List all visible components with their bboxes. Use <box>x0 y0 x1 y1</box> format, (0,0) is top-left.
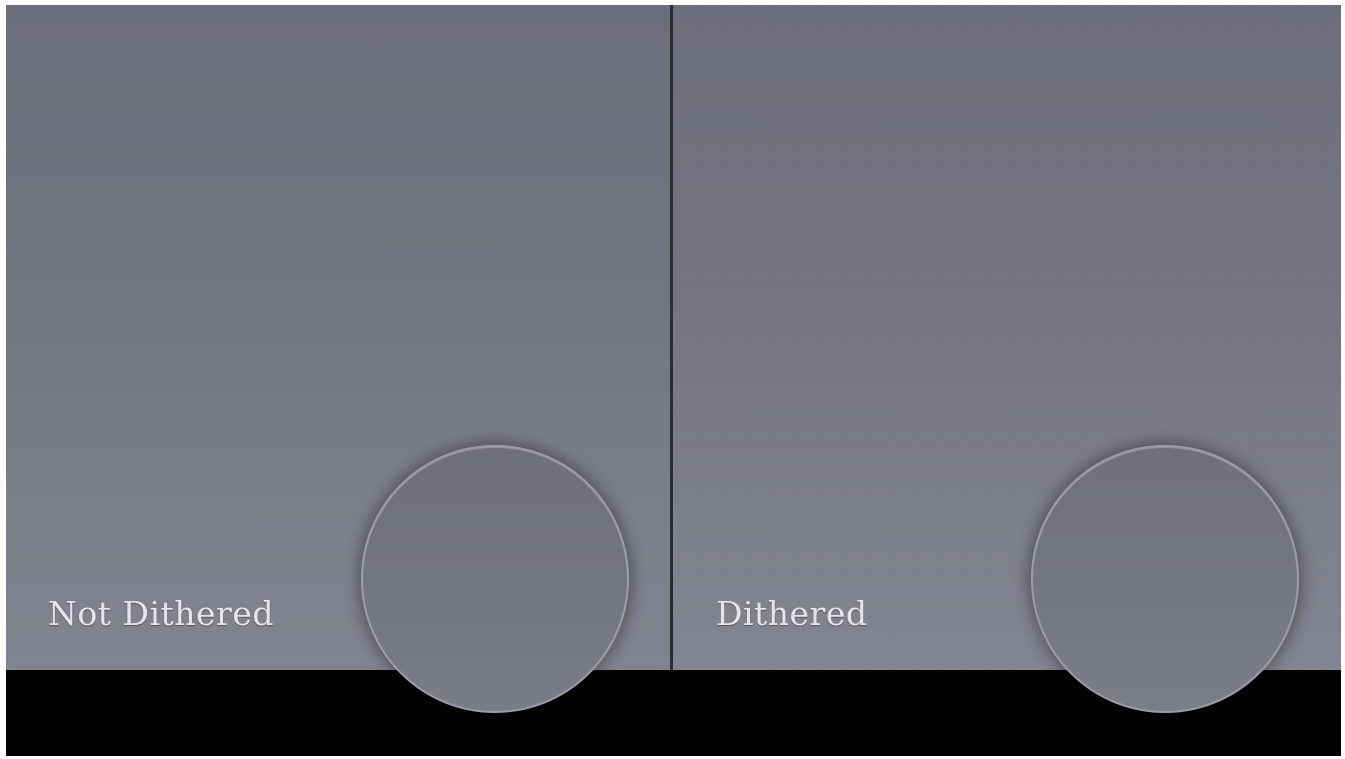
not-dithered-label: Not Dithered <box>48 594 274 633</box>
not-dithered-circle <box>361 445 629 713</box>
comparison-frame: Not Dithered Dithered <box>6 5 1341 756</box>
not-dithered-panel: Not Dithered <box>6 5 670 713</box>
dithered-circle <box>1031 445 1299 713</box>
dithered-label: Dithered <box>716 594 868 633</box>
dithered-panel: Dithered <box>673 5 1341 713</box>
